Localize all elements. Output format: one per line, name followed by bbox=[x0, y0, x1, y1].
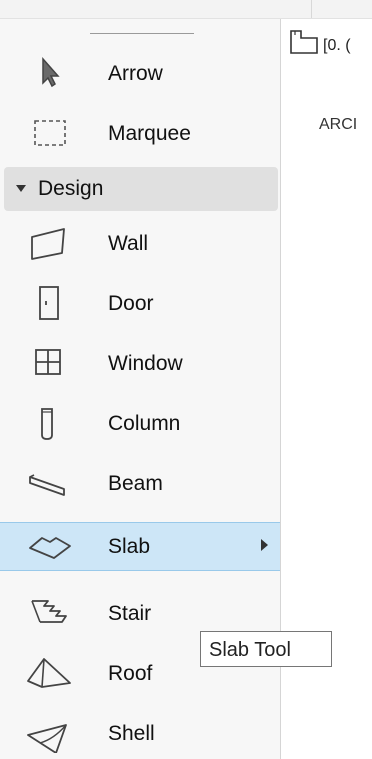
tool-label: Arrow bbox=[108, 62, 163, 85]
stair-icon bbox=[26, 593, 74, 633]
app-window: Arrow Marquee Design Wall Door Window Co… bbox=[0, 0, 372, 759]
window-icon bbox=[26, 343, 74, 383]
tool-slab[interactable]: Slab bbox=[0, 522, 280, 571]
tool-marquee[interactable]: Marquee bbox=[0, 105, 280, 161]
tool-label: Column bbox=[108, 412, 181, 435]
expand-caret-icon[interactable] bbox=[16, 185, 26, 192]
tooltip: Slab Tool bbox=[200, 631, 332, 667]
tool-label: Marquee bbox=[108, 122, 191, 145]
slab-icon bbox=[26, 526, 74, 566]
marquee-icon bbox=[26, 113, 74, 153]
roof-icon bbox=[26, 653, 74, 693]
tool-window[interactable]: Window bbox=[0, 335, 280, 391]
door-icon bbox=[26, 283, 74, 323]
tool-arrow[interactable]: Arrow bbox=[0, 45, 280, 101]
top-toolbar-strip bbox=[0, 0, 372, 19]
toolbar-divider bbox=[311, 0, 312, 18]
view-name[interactable]: [0. ( bbox=[323, 37, 351, 55]
tool-label: Shell bbox=[108, 722, 155, 745]
arrow-icon bbox=[26, 53, 74, 93]
shell-icon bbox=[26, 713, 74, 753]
floor-plan-view-icon bbox=[289, 29, 319, 55]
tool-label: Wall bbox=[108, 232, 149, 255]
group-label: Design bbox=[38, 177, 104, 200]
tool-column[interactable]: Column bbox=[0, 395, 280, 451]
beam-icon bbox=[26, 463, 74, 503]
tool-door[interactable]: Door bbox=[0, 275, 280, 331]
view-subtitle: ARCI bbox=[319, 116, 358, 133]
tool-beam[interactable]: Beam bbox=[0, 455, 280, 511]
submenu-arrow-icon[interactable] bbox=[261, 539, 268, 551]
column-icon bbox=[26, 403, 74, 443]
panel-grip[interactable] bbox=[90, 33, 194, 34]
tool-label: Slab bbox=[108, 535, 151, 558]
group-header-design[interactable]: Design bbox=[4, 167, 278, 211]
tool-label: Beam bbox=[108, 472, 163, 495]
tool-label: Stair bbox=[108, 602, 152, 625]
tool-label: Door bbox=[108, 292, 154, 315]
tooltip-text: Slab Tool bbox=[209, 639, 291, 661]
tool-label: Window bbox=[108, 352, 183, 375]
tool-shell[interactable]: Shell bbox=[0, 705, 280, 759]
tool-wall[interactable]: Wall bbox=[0, 215, 280, 271]
wall-icon bbox=[26, 223, 74, 263]
tool-label: Roof bbox=[108, 662, 153, 685]
